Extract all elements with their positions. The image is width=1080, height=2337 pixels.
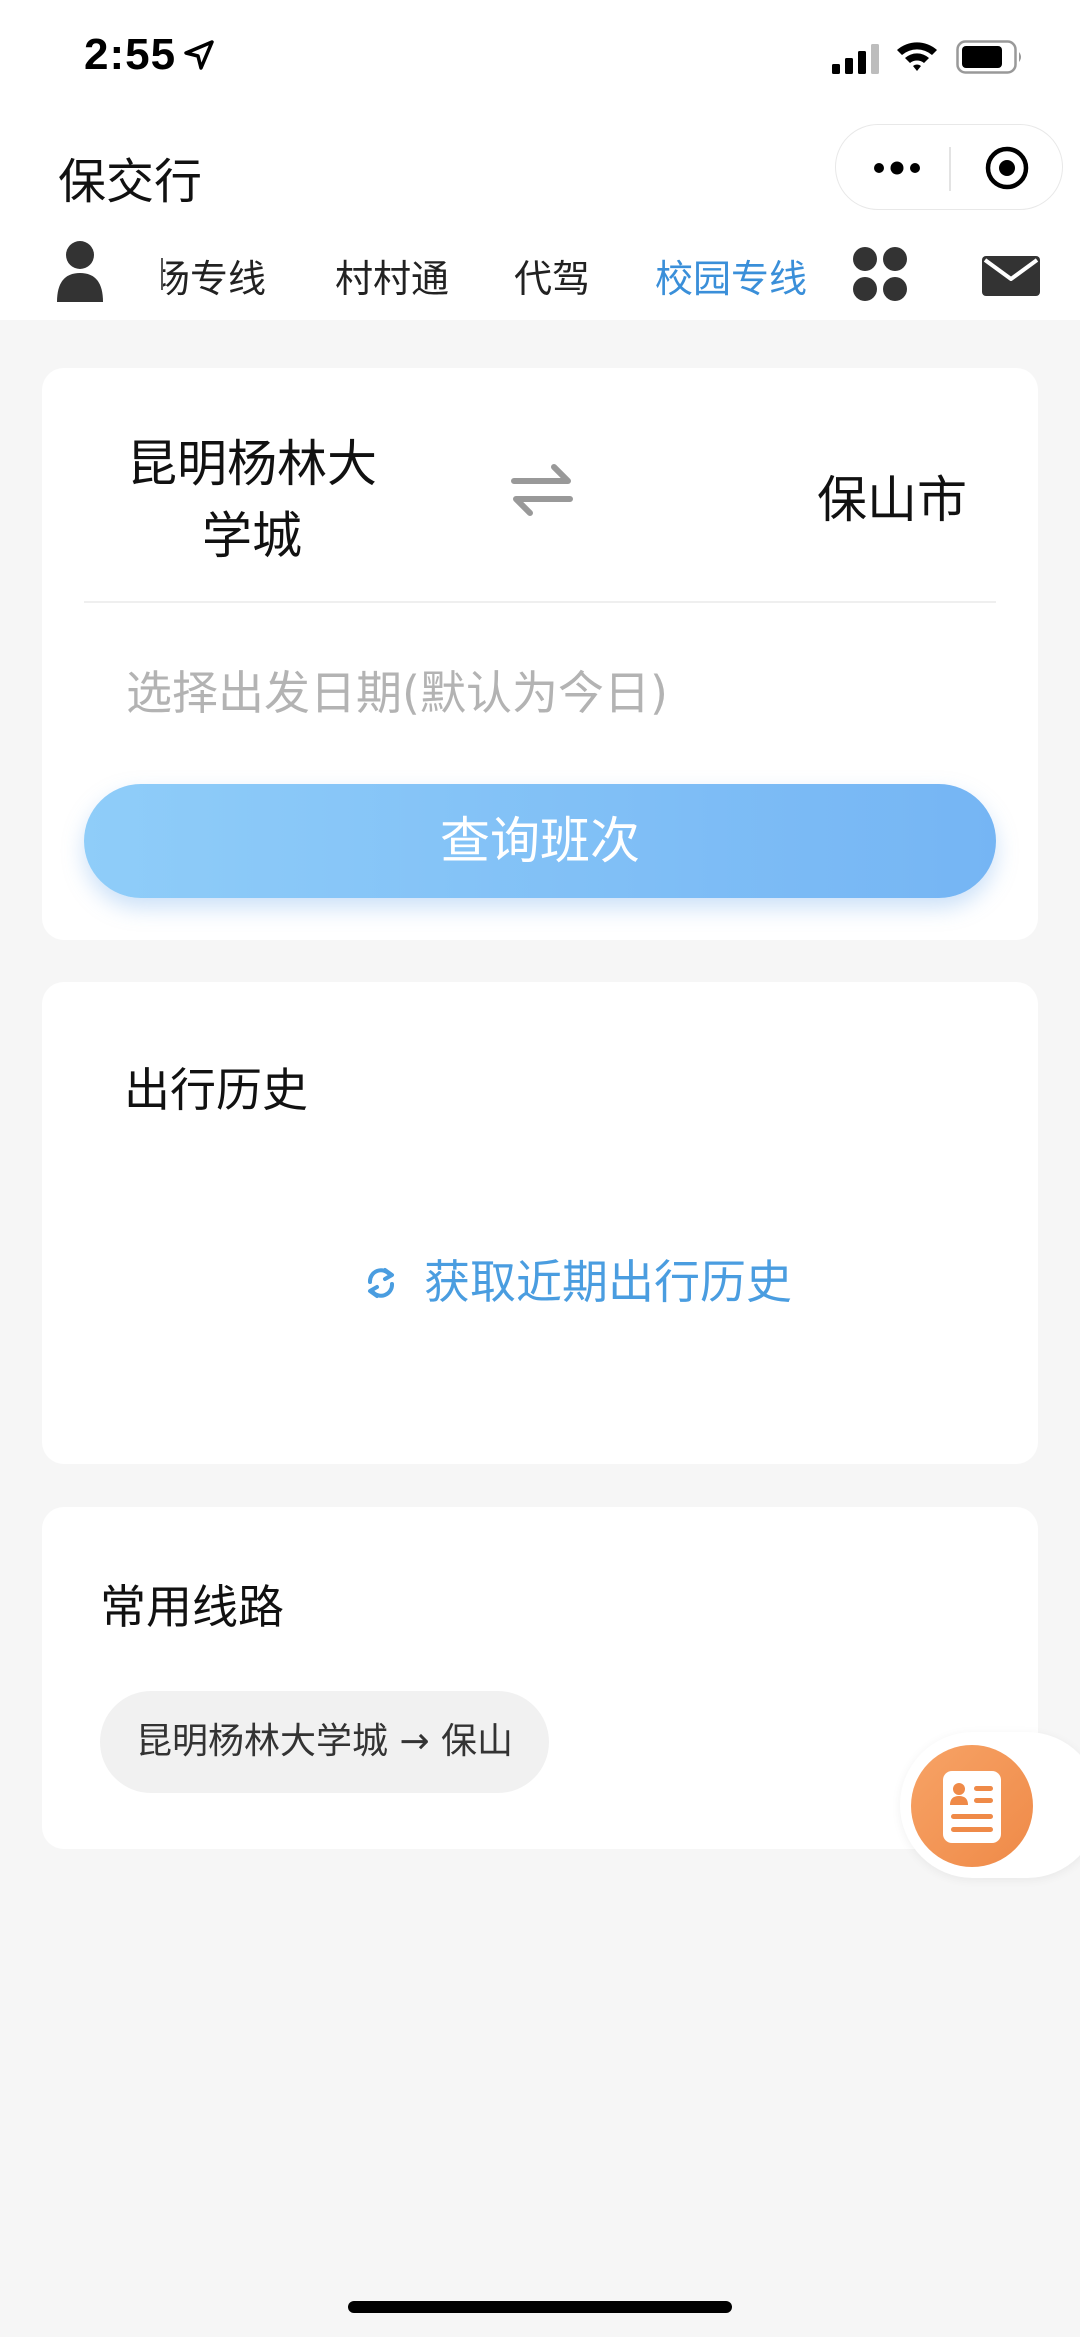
floating-document-button[interactable] [911, 1745, 1033, 1867]
route-chip[interactable]: 昆明杨林大学城 → 保山 [100, 1691, 550, 1793]
frequent-routes-title: 常用线路 [100, 1580, 284, 1634]
search-card: 昆明杨林大学城 保山市 选择出发日期(默认为今日) 查询班次 [42, 368, 1038, 940]
travel-history-title: 出行历史 [124, 1063, 308, 1117]
refresh-icon [368, 1268, 394, 1298]
tab-village-bus[interactable]: 村村通 [335, 248, 449, 303]
user-icon[interactable] [55, 240, 105, 302]
wifi-icon [897, 42, 937, 71]
floating-action [900, 1732, 1080, 1878]
app-title: 保交行 [58, 154, 203, 210]
destination-city[interactable]: 保山市 [782, 464, 1002, 536]
tab-airport-line[interactable]: 机场专线 [163, 248, 266, 303]
swap-icon[interactable] [510, 463, 574, 517]
location-arrow-icon [184, 40, 214, 70]
cellular-signal-icon [832, 44, 879, 74]
query-schedule-button[interactable]: 查询班次 [84, 784, 996, 898]
mini-program-capsule [835, 124, 1063, 210]
apps-icon[interactable] [852, 246, 908, 302]
travel-history-card: 出行历史 获取近期出行历史 [42, 982, 1038, 1464]
home-indicator [348, 2301, 732, 2313]
departure-city[interactable]: 昆明杨林大学城 [122, 428, 382, 572]
nav-tabs: 机场专线 村村通 代驾 校园专线 [163, 224, 823, 320]
capsule-divider [949, 147, 951, 191]
target-icon[interactable] [984, 145, 1030, 191]
departure-date-field[interactable]: 选择出发日期(默认为今日) [126, 658, 946, 728]
status-time: 2:55 [84, 30, 177, 79]
divider [84, 601, 996, 603]
battery-icon [956, 40, 1021, 74]
status-bar: 2:55 [0, 0, 1080, 112]
title-bar: 保交行 [0, 112, 1080, 224]
tab-campus-line[interactable]: 校园专线 [655, 248, 807, 303]
more-icon[interactable] [872, 158, 922, 178]
document-icon [943, 1771, 1001, 1843]
fetch-history-label: 获取近期出行历史 [424, 1255, 792, 1309]
mail-icon[interactable] [982, 256, 1040, 296]
frequent-routes-card: 常用线路 昆明杨林大学城 → 保山 [42, 1507, 1038, 1849]
tab-designated-driver[interactable]: 代驾 [514, 248, 590, 303]
nav-bar: 机场专线 村村通 代驾 校园专线 [0, 224, 1080, 320]
